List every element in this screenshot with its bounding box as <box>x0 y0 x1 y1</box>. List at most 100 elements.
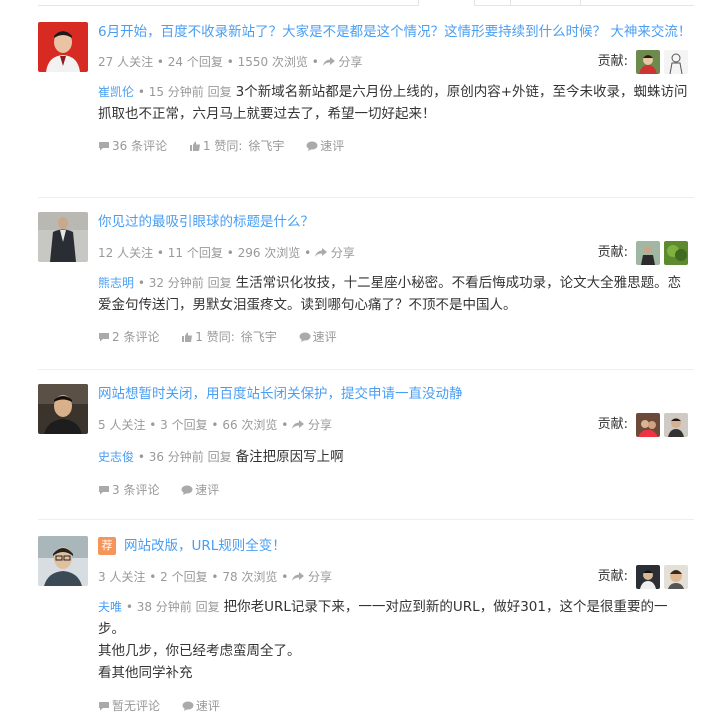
question-title-link[interactable]: 6月开始，百度不收录新站了？大家是不是都是这个情况？这情形要持续到什么时候？ 大… <box>98 22 694 43</box>
contributor-avatar[interactable] <box>636 241 660 265</box>
contributor-avatar[interactable] <box>636 413 660 437</box>
contributors: 贡献: <box>598 50 688 74</box>
share-label: 分享 <box>307 570 332 584</box>
avatar[interactable] <box>38 22 88 72</box>
contributor-avatar[interactable] <box>664 50 688 74</box>
contributors: 贡献: <box>598 241 688 265</box>
comments-button[interactable]: 2 条评论 <box>98 327 159 347</box>
comments-count: 暂无评论 <box>112 699 161 713</box>
comments-count: 2 条评论 <box>112 330 160 344</box>
quick-review-label: 速评 <box>195 699 220 713</box>
user-photo-icon <box>38 212 88 262</box>
contributor-avatar[interactable] <box>664 565 688 589</box>
share-icon <box>315 248 328 257</box>
contributors-label: 贡献: <box>597 245 628 260</box>
answer-author-link[interactable]: 崔凯伦 <box>98 85 134 99</box>
user-photo-icon <box>664 413 688 437</box>
question-feed: 6月开始，百度不收录新站了？大家是不是都是这个情况？这情形要持续到什么时候？ 大… <box>38 6 694 726</box>
share-label: 分享 <box>330 246 355 260</box>
answer-text: 备注把原因写上啊 <box>235 449 344 465</box>
speech-bubble-icon <box>182 701 194 711</box>
question-stats: 27 人关注 • 24 个回复 • 1550 次浏览 • <box>98 55 323 69</box>
comment-icon <box>99 486 109 495</box>
speech-bubble-icon <box>306 141 318 151</box>
contributors-label: 贡献: <box>597 569 628 584</box>
answer-time: • 32 分钟前 回复 <box>134 276 232 290</box>
share-label: 分享 <box>307 418 332 432</box>
contributors: 贡献: <box>598 413 688 437</box>
user-photo-icon <box>636 241 660 265</box>
answer-author-link[interactable]: 熊志明 <box>98 276 134 290</box>
question-meta: 27 人关注 • 24 个回复 • 1550 次浏览 • 分享 贡献: <box>98 50 694 74</box>
answer-snippet: 夫唯 • 38 分钟前 回复 把你老URL记录下来，一一对应到新的URL，做好30… <box>98 596 694 684</box>
upvote-button[interactable]: 1 赞同: 徐飞宇 <box>189 136 284 156</box>
question-title-text: 网站改版，URL规则全变！ <box>124 538 286 554</box>
question-title-link[interactable]: 荐网站改版，URL规则全变！ <box>98 536 694 557</box>
contributor-avatar[interactable] <box>636 50 660 74</box>
comments-button[interactable]: 3 条评论 <box>98 480 159 500</box>
feed-item: 6月开始，百度不收录新站了？大家是不是都是这个情况？这情形要持续到什么时候？ 大… <box>38 6 694 198</box>
quick-review-label: 速评 <box>320 139 345 153</box>
user-photo-icon <box>38 384 88 434</box>
share-button[interactable]: 分享 <box>292 418 332 432</box>
quick-review-button[interactable]: 速评 <box>299 327 337 347</box>
quick-review-label: 速评 <box>195 483 220 497</box>
answer-text-line: 其他几步，你已经考虑蛮周全了。 <box>98 643 301 659</box>
answer-time: • 36 分钟前 回复 <box>134 450 232 464</box>
answer-snippet: 熊志明 • 32 分钟前 回复 生活常识化妆技，十二星座小秘密。不看后悔成功录，论… <box>98 272 694 316</box>
answer-snippet: 史志俊 • 36 分钟前 回复 备注把原因写上啊 <box>98 446 694 468</box>
quick-review-button[interactable]: 速评 <box>182 696 220 716</box>
thumbs-up-icon <box>189 141 200 151</box>
question-meta: 3 人关注 • 2 个回复 • 78 次浏览 • 分享 贡献: <box>98 565 694 589</box>
answer-author-link[interactable]: 史志俊 <box>98 450 134 464</box>
answer-text-line: 看其他同学补充 <box>98 665 193 681</box>
contributor-avatar[interactable] <box>636 565 660 589</box>
thumbs-up-icon <box>182 332 193 342</box>
answer-time: • 38 分钟前 回复 <box>122 600 220 614</box>
user-photo-icon <box>636 413 660 437</box>
question-stats: 3 人关注 • 2 个回复 • 78 次浏览 • <box>98 570 293 584</box>
feed-item: 你见过的最吸引眼球的标题是什么？ 12 人关注 • 11 个回复 • 296 次… <box>38 198 694 370</box>
user-photo-icon <box>636 565 660 589</box>
quick-review-button[interactable]: 速评 <box>181 480 219 500</box>
voter-name[interactable]: 徐飞宇 <box>241 330 277 344</box>
upvote-count: 1 赞同: <box>202 139 243 153</box>
contributors: 贡献: <box>598 565 688 589</box>
feed-item: 荐网站改版，URL规则全变！ 3 人关注 • 2 个回复 • 78 次浏览 • … <box>38 520 694 726</box>
avatar[interactable] <box>38 384 88 434</box>
contributors-label: 贡献: <box>597 54 628 69</box>
upvote-count: 1 赞同: <box>195 330 235 344</box>
recommended-badge: 荐 <box>98 537 116 555</box>
question-title-link[interactable]: 网站想暂时关闭，用百度站长闭关保护，提交申请一直没动静 <box>98 384 694 405</box>
question-meta: 5 人关注 • 3 个回复 • 66 次浏览 • 分享 贡献: <box>98 413 694 437</box>
user-photo-icon <box>38 22 88 72</box>
comments-button[interactable]: 36 条评论 <box>98 136 167 156</box>
speech-bubble-icon <box>181 485 193 495</box>
contributor-avatar[interactable] <box>664 241 688 265</box>
answer-actions: 36 条评论 1 赞同: 徐飞宇 速评 <box>98 136 694 156</box>
speech-bubble-icon <box>299 332 311 342</box>
avatar[interactable] <box>38 212 88 262</box>
share-button[interactable]: 分享 <box>322 55 363 69</box>
comment-icon <box>99 702 109 711</box>
answer-author-link[interactable]: 夫唯 <box>98 600 122 614</box>
contributors-label: 贡献: <box>597 417 628 432</box>
voter-name[interactable]: 徐飞宇 <box>248 139 284 153</box>
avatar[interactable] <box>38 536 88 586</box>
upvote-button[interactable]: 1 赞同: 徐飞宇 <box>181 327 277 347</box>
user-photo-icon <box>38 536 88 586</box>
share-icon <box>292 572 305 581</box>
comment-icon <box>99 142 109 151</box>
quick-review-button[interactable]: 速评 <box>306 136 344 156</box>
share-button[interactable]: 分享 <box>315 246 355 260</box>
answer-actions: 2 条评论 1 赞同: 徐飞宇 速评 <box>98 327 694 347</box>
comment-icon <box>99 333 109 342</box>
user-sketch-icon <box>664 50 688 74</box>
contributor-avatar[interactable] <box>664 413 688 437</box>
answer-actions: 暂无评论 速评 <box>98 696 694 716</box>
answer-actions: 3 条评论 速评 <box>98 480 694 500</box>
comments-button[interactable]: 暂无评论 <box>98 696 160 716</box>
user-photo-icon <box>636 50 660 74</box>
share-button[interactable]: 分享 <box>292 570 332 584</box>
question-title-link[interactable]: 你见过的最吸引眼球的标题是什么？ <box>98 212 694 233</box>
